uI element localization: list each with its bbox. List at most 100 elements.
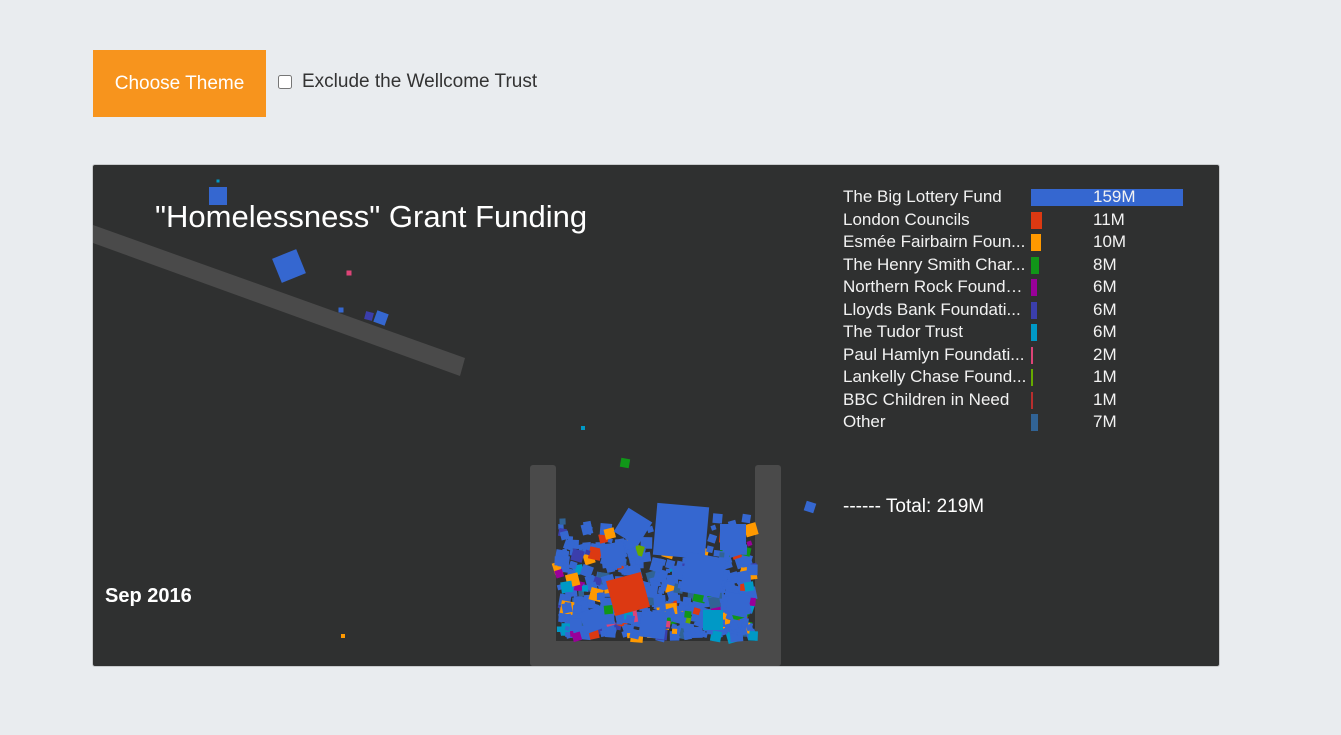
legend-bar: [1031, 324, 1037, 341]
legend-row: BBC Children in Need 1M: [843, 389, 1193, 412]
grant-particle: [582, 520, 592, 530]
legend-row: The Big Lottery Fund 159M: [843, 186, 1193, 209]
grant-particle: [665, 568, 671, 573]
legend-row: Paul Hamlyn Foundati... 2M: [843, 344, 1193, 367]
legend-funder-name: London Councils: [843, 209, 970, 229]
legend-row: London Councils 11M: [843, 209, 1193, 232]
legend-value: 8M: [1093, 254, 1117, 274]
grant-particle: [643, 581, 650, 588]
grant-particles: [209, 179, 817, 644]
grant-particle: [338, 307, 344, 313]
grant-particle: [600, 630, 608, 638]
grant-particle: [684, 610, 692, 619]
grant-particle: [567, 536, 574, 542]
legend-funder-name: The Henry Smith Char...: [843, 254, 1026, 274]
grant-particle: [560, 580, 574, 594]
grant-particle: [671, 628, 678, 635]
legend-bar: [1031, 391, 1033, 409]
grant-particle: [625, 614, 636, 625]
legend-value: 1M: [1093, 389, 1117, 409]
legend-bar: [1031, 279, 1037, 296]
legend-bar: [1031, 234, 1041, 251]
grant-particle: [746, 540, 753, 547]
bucket-wall: [530, 465, 556, 666]
legend-value: 7M: [1093, 412, 1117, 431]
grant-particle: [216, 179, 220, 183]
legend-bar: [1031, 256, 1039, 274]
grant-particle: [703, 610, 723, 630]
exclude-wellcome-checkbox[interactable]: [278, 74, 292, 89]
grant-particle: [748, 631, 758, 641]
bucket-wall: [755, 465, 781, 666]
grant-particle: [719, 552, 725, 558]
grant-particle: [581, 585, 589, 592]
legend-bar: [1031, 369, 1033, 386]
grant-particle: [559, 518, 566, 525]
grant-particle: [346, 270, 352, 276]
chute-ramp: [93, 225, 465, 376]
grant-particle: [554, 556, 564, 566]
grant-particle: [272, 249, 306, 283]
grant-particle: [638, 610, 668, 640]
legend-funder-name: Esmée Fairbairn Foun...: [843, 232, 1026, 251]
legend-row: Esmée Fairbairn Foun... 10M: [843, 231, 1193, 254]
grant-particle: [652, 502, 710, 560]
legend-value: 6M: [1093, 277, 1117, 296]
grant-particle: [598, 592, 605, 599]
legend-funder-name: Lankelly Chase Found...: [843, 367, 1027, 386]
grant-particle: [743, 581, 755, 592]
grant-particle: [603, 604, 614, 615]
legend-row: The Henry Smith Char... 8M: [843, 254, 1193, 277]
grant-particle: [720, 524, 746, 550]
grant-particle: [712, 513, 723, 524]
legend-value: 6M: [1093, 322, 1117, 341]
legend-bar: [1031, 414, 1038, 431]
grant-particle: [569, 618, 582, 631]
legend-row: Other 7M: [843, 411, 1193, 434]
legend-bar: [1031, 301, 1037, 319]
grant-particle: [599, 541, 627, 569]
legend-funder-name: The Big Lottery Fund: [843, 187, 1002, 206]
grant-particle: [581, 426, 585, 430]
legend-bar: [1031, 211, 1042, 229]
grant-particle: [616, 618, 623, 625]
legend-value: 159M: [1093, 187, 1136, 206]
legend-funder-name: Other: [843, 412, 886, 431]
funder-legend: The Big Lottery Fund 159M London Councils 1…: [843, 186, 1193, 434]
total-label: ------ Total: 219M: [843, 496, 985, 517]
legend-value: 10M: [1093, 232, 1127, 251]
legend-value: 1M: [1093, 367, 1117, 386]
grant-particle: [556, 626, 563, 633]
grant-particle: [683, 631, 693, 641]
grant-particle: [565, 632, 571, 637]
bucket-floor: [530, 641, 781, 666]
grant-particle: [565, 592, 571, 598]
legend-value: 2M: [1093, 344, 1117, 364]
legend-value: 6M: [1093, 299, 1117, 319]
exclude-wellcome-label: Exclude the Wellcome Trust: [302, 70, 538, 92]
grant-particle: [599, 597, 608, 606]
exclude-wellcome-toggle[interactable]: Exclude the Wellcome Trust: [278, 71, 537, 93]
legend-funder-name: BBC Children in Need: [843, 389, 1010, 409]
grant-particle: [710, 524, 717, 531]
legend-row: Lankelly Chase Found... 1M: [843, 366, 1193, 389]
legend-row: The Tudor Trust 6M: [843, 321, 1193, 344]
legend-row: Northern Rock Founda... 6M: [843, 276, 1193, 299]
choose-theme-button[interactable]: Choose Theme: [93, 50, 266, 117]
grant-particle: [619, 457, 631, 469]
legend-funder-name: Paul Hamlyn Foundati...: [843, 344, 1025, 364]
grant-particle: [707, 533, 718, 544]
grant-particle: [364, 311, 374, 321]
funding-visualization: "Homelessness" Grant Funding Sep 2016 Th…: [92, 164, 1220, 667]
grant-particle: [741, 513, 752, 524]
grant-particle: [724, 591, 752, 619]
grant-particle: [561, 602, 573, 614]
grant-particle: [657, 586, 666, 594]
grant-particle: [373, 310, 389, 326]
legend-row: Lloyds Bank Foundati... 6M: [843, 299, 1193, 322]
legend-funder-name: Northern Rock Founda...: [843, 277, 1029, 296]
chart-title: "Homelessness" Grant Funding: [155, 199, 588, 234]
legend-funder-name: The Tudor Trust: [843, 322, 963, 341]
legend-bar: [1031, 346, 1033, 364]
grant-particle: [803, 500, 817, 514]
